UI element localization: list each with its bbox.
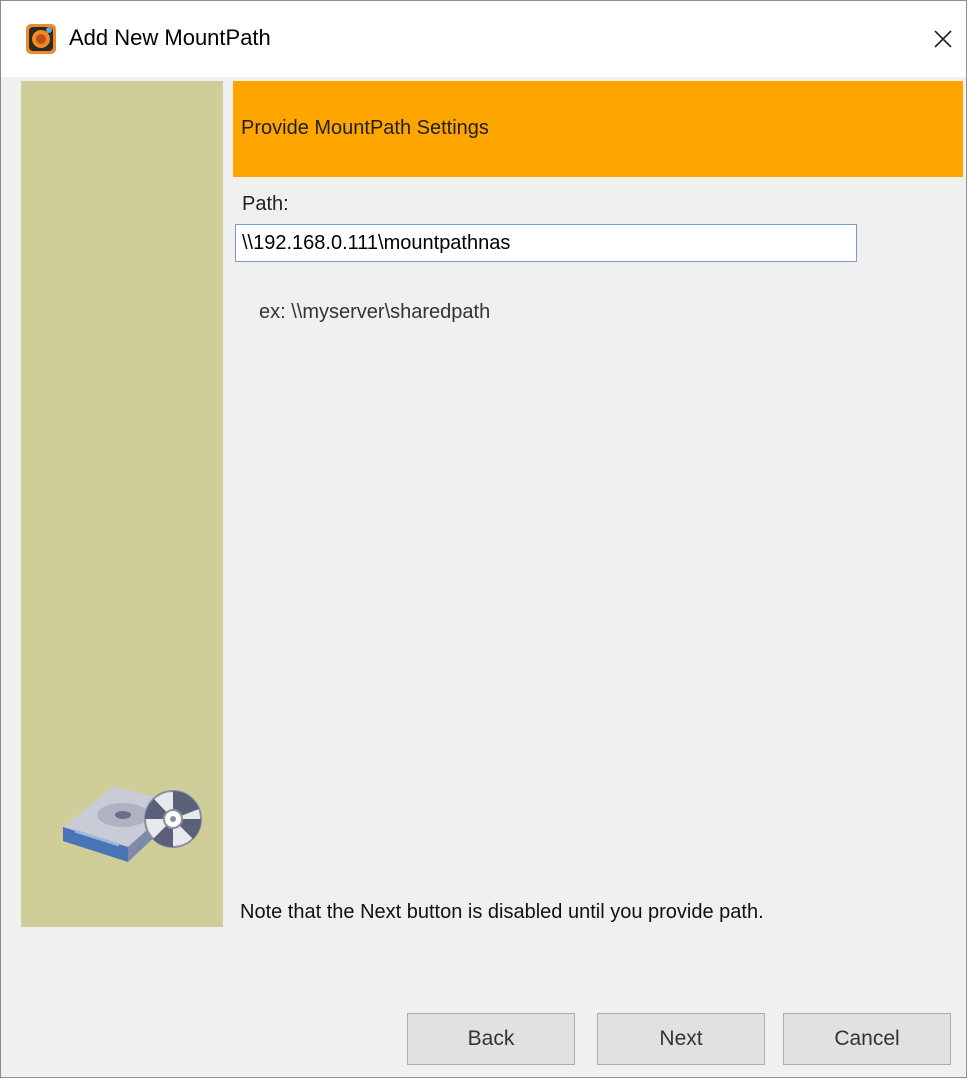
- add-mountpath-dialog: Add New MountPath Provide MountPath Sett…: [0, 0, 967, 1078]
- cancel-button[interactable]: Cancel: [783, 1013, 951, 1065]
- close-button[interactable]: [923, 19, 963, 59]
- next-button[interactable]: Next: [597, 1013, 765, 1065]
- step-title: Provide MountPath Settings: [241, 117, 489, 139]
- path-label: Path:: [242, 193, 289, 215]
- next-disabled-note: Note that the Next button is disabled un…: [240, 901, 764, 923]
- close-icon: [934, 30, 952, 48]
- window-title: Add New MountPath: [69, 25, 271, 50]
- app-icon: [25, 23, 57, 55]
- path-input[interactable]: [235, 224, 857, 262]
- title-bar: Add New MountPath: [1, 1, 966, 77]
- wizard-sidebar: [21, 81, 223, 927]
- step-header: Provide MountPath Settings: [233, 81, 963, 177]
- path-example-hint: ex: \\myserver\sharedpath: [259, 301, 491, 323]
- back-button[interactable]: Back: [407, 1013, 575, 1065]
- hard-drive-disk-icon: [53, 757, 203, 867]
